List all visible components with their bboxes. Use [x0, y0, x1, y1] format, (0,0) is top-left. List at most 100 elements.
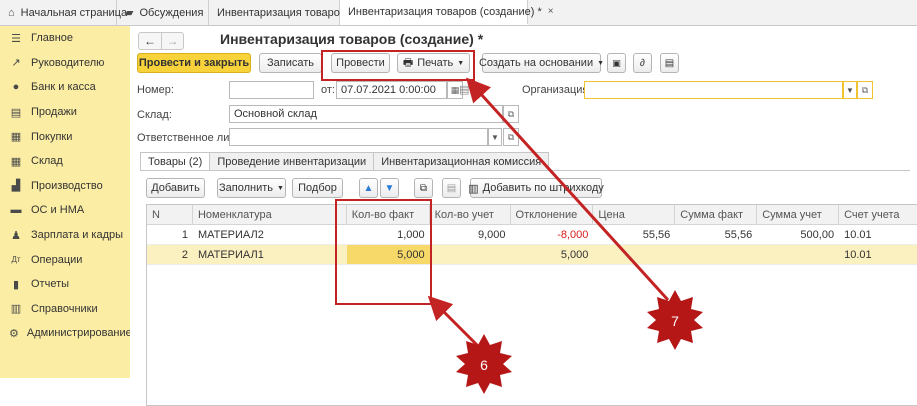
tab-inventory-list[interactable]: Инвентаризация товаров × [209, 0, 358, 25]
tab-home-label: Начальная страница [20, 6, 128, 19]
table-cell [430, 245, 511, 264]
open-warehouse-icon[interactable]: ⧉ [503, 105, 519, 123]
fill-button-label: Заполнить [219, 182, 274, 194]
warehouse-field[interactable]: Основной склад [229, 105, 503, 123]
sidebar-item-assets[interactable]: ▬ ОС и НМА [0, 198, 130, 223]
save-button[interactable]: Записать [259, 53, 322, 73]
table-cell: 500,00 [800, 228, 835, 241]
open-organization-icon[interactable]: ⧉ [857, 81, 873, 99]
open-responsible-icon[interactable]: ⧉ [503, 128, 519, 146]
table-cell: 1 [181, 228, 188, 241]
organization-label: Организация: [522, 84, 592, 96]
tab-inventory-create-label: Инвентаризация товаров (создание) * [348, 5, 542, 18]
date-field[interactable]: 07.07.2021 0:00:00 [336, 81, 447, 99]
add-by-barcode-button[interactable]: ▥ Добавить по штрихкоду [468, 178, 604, 198]
create-based-on-button[interactable]: Создать на основании ▼ [479, 53, 604, 73]
home-icon: ⌂ [8, 6, 15, 19]
sidebar-item-label: Операции [31, 253, 83, 266]
tab-discussions[interactable]: ▰ Обсуждения [117, 0, 209, 25]
menu-icon: ☰ [11, 32, 21, 45]
sidebar: ☰ Главное ↗ Руководителю ● Банк и касса ▤ Пр… [0, 26, 132, 378]
column-header[interactable]: Сумма учет [757, 205, 840, 224]
table-cell [757, 245, 839, 264]
sidebar-item-production[interactable]: ▟ Производство [0, 174, 130, 199]
organization-field[interactable] [584, 81, 843, 99]
forward-arrow-icon[interactable]: → [161, 33, 183, 49]
tab-goods[interactable]: Товары (2) [140, 152, 211, 170]
date-label: от: [321, 84, 335, 96]
annotation-box-print [321, 50, 475, 81]
copy-icon[interactable]: ⧉ [414, 178, 433, 198]
tab-home[interactable]: ⌂ Начальная страница [0, 0, 127, 25]
sidebar-item-catalogs[interactable]: ▥ Справочники [0, 297, 130, 322]
number-field[interactable] [229, 81, 314, 99]
fill-button[interactable]: Заполнить ▼ [217, 178, 286, 198]
delete-icon[interactable]: ▤ [442, 178, 461, 198]
responsible-field[interactable] [229, 128, 488, 146]
sidebar-item-label: Склад [31, 155, 63, 168]
column-header[interactable]: Отклонение [511, 205, 594, 224]
sidebar-item-reports[interactable]: ▮ Отчеты [0, 272, 130, 297]
organization-dropdown[interactable]: ▼ [843, 81, 857, 99]
add-by-barcode-label: Добавить по штрихкоду [482, 182, 604, 194]
sidebar-item-main[interactable]: ☰ Главное [0, 26, 130, 51]
page-title: Инвентаризация товаров (создание) * [220, 31, 484, 47]
table-cell: 2 [181, 248, 188, 261]
close-icon[interactable]: × [548, 6, 554, 17]
sidebar-item-purchases[interactable]: ▦ Покупки [0, 124, 130, 149]
warehouse-icon: ▦ [10, 155, 22, 168]
sidebar-item-operations[interactable]: Дт Операции [0, 247, 130, 272]
table-cell: -8,000 [557, 228, 589, 241]
cart-icon: ▤ [10, 106, 22, 119]
table-cell: МАТЕРИАЛ1 [197, 248, 264, 261]
table-cell: 55,56 [642, 228, 671, 241]
sidebar-item-label: Банк и касса [31, 81, 96, 94]
book-icon: ▥ [10, 303, 22, 316]
number-label: Номер: [137, 84, 174, 96]
table-cell: 5,000 [560, 248, 589, 261]
sidebar-item-label: Покупки [31, 130, 73, 143]
table-cell: 10.01 [844, 248, 872, 261]
column-header[interactable]: N [147, 205, 193, 224]
table-row[interactable]: 1 МАТЕРИАЛ2 1,000 9,000 -8,000 55,56 55,… [147, 225, 917, 245]
column-header[interactable]: Цена [593, 205, 676, 224]
chart-line-icon: ↗ [11, 57, 21, 70]
tab-inventory-conduct[interactable]: Проведение инвентаризации [209, 152, 375, 170]
sidebar-item-sales[interactable]: ▤ Продажи [0, 100, 130, 125]
select-button[interactable]: Подбор [292, 178, 343, 198]
warehouse-label: Склад: [137, 109, 172, 121]
sidebar-item-warehouse[interactable]: ▦ Склад [0, 149, 130, 174]
column-header[interactable]: Номенклатура [193, 205, 347, 224]
sidebar-item-label: Производство [31, 179, 103, 192]
back-arrow-icon[interactable]: ← [139, 33, 161, 49]
add-row-button[interactable]: Добавить [146, 178, 205, 198]
sidebar-item-label: Справочники [31, 302, 98, 315]
sidebar-item-label: Зарплата и кадры [31, 229, 124, 242]
column-header[interactable]: Счет учета [839, 205, 917, 224]
sidebar-item-label: Руководителю [31, 56, 105, 69]
tab-inventory-commission[interactable]: Инвентаризационная комиссия [373, 152, 550, 170]
column-header[interactable]: Сумма факт [675, 205, 758, 224]
table-cell: 10.01 [844, 228, 872, 241]
sidebar-item-manager[interactable]: ↗ Руководителю [0, 51, 130, 76]
calculator-icon[interactable]: ▤ [459, 83, 469, 96]
move-down-icon[interactable]: ▼ [380, 178, 399, 198]
move-up-icon[interactable]: ▲ [359, 178, 378, 198]
column-header[interactable]: Кол-во учет [430, 205, 511, 224]
document-icon[interactable]: ▤ [660, 53, 679, 73]
tab-inventory-create[interactable]: Инвентаризация товаров (создание) * × [340, 0, 554, 25]
app-window: ⌂ Начальная страница ▰ Обсуждения Инвент… [0, 0, 917, 406]
people-icon: ♟ [11, 229, 21, 242]
structure-icon[interactable]: ▣ [607, 53, 626, 73]
sidebar-item-admin[interactable]: ⚙ Администрирование [0, 321, 132, 346]
annotation-box-quantity [335, 199, 432, 305]
post-and-close-button[interactable]: Провести и закрыть [137, 53, 251, 73]
responsible-dropdown[interactable]: ▼ [488, 128, 502, 146]
attachment-icon[interactable]: ∂ [633, 53, 652, 73]
sidebar-item-salary[interactable]: ♟ Зарплата и кадры [0, 223, 130, 248]
sidebar-item-label: Администрирование [26, 327, 132, 340]
truck-icon: ▬ [10, 204, 22, 217]
sidebar-item-bank[interactable]: ● Банк и касса [0, 75, 130, 100]
barcode-icon: ▥ [468, 182, 479, 195]
table-row[interactable]: 2 МАТЕРИАЛ1 5,000 5,000 10.01 [147, 245, 917, 265]
